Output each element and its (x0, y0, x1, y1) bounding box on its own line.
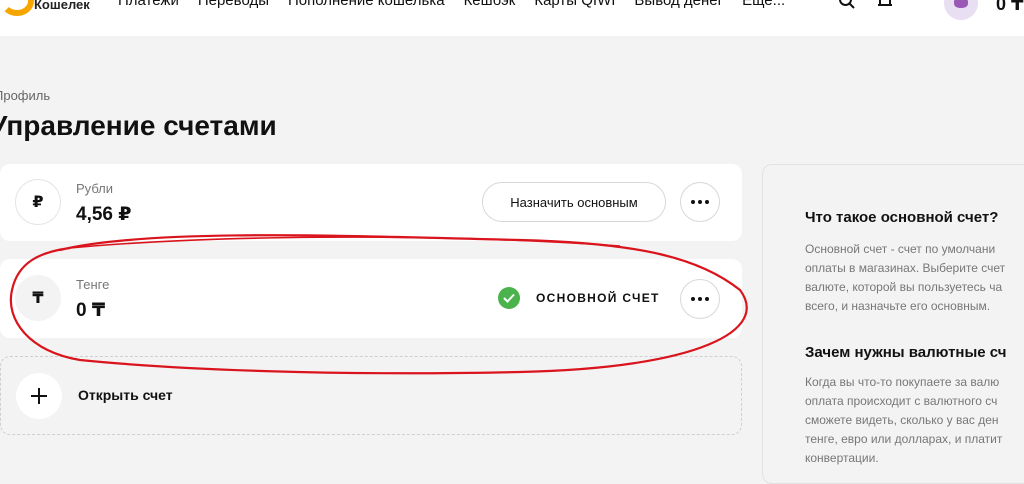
plus-icon (16, 373, 62, 419)
account-card-rub: ₽ Рубли 4,56 ₽ Назначить основным (0, 164, 742, 241)
info-panel: Что такое основной счет? Основной счет -… (762, 164, 1024, 484)
avatar[interactable] (944, 0, 978, 20)
nav-item-more[interactable]: Еще... (742, 0, 785, 9)
open-account-label: Открыть счет (78, 387, 173, 403)
bell-icon[interactable] (876, 0, 894, 10)
nav-item-withdraw[interactable]: Вывод денег (634, 0, 723, 9)
info-text-currency: Когда вы что-то покупаете за валю оплата… (805, 375, 1003, 465)
info-text-primary: Основной счет - счет по умолчани оплаты … (805, 242, 1006, 313)
breadcrumb[interactable]: Профиль (0, 88, 50, 103)
primary-account-badge: ОСНОВНОЙ СЧЕТ (498, 287, 660, 309)
header-balance[interactable]: 0 ₸ (996, 0, 1024, 15)
primary-account-label: ОСНОВНОЙ СЧЕТ (536, 291, 660, 305)
info-heading-currency: Зачем нужны валютные сч (805, 344, 1007, 361)
nav-item-cashback[interactable]: Кешбэк (464, 0, 516, 9)
more-options-button[interactable] (680, 182, 720, 222)
set-primary-button[interactable]: Назначить основным (482, 182, 666, 222)
more-dots-icon (691, 200, 709, 204)
nav-item-cards[interactable]: Карты QIWI (534, 0, 615, 9)
nav-item-topup[interactable]: Пополнение кошелька (288, 0, 445, 9)
ruble-icon: ₽ (15, 179, 61, 225)
nav-item-transfers[interactable]: Переводы (198, 0, 269, 9)
top-header: Кошелек Платежи Переводы Пополнение коше… (0, 0, 1024, 36)
nav-item-payments[interactable]: Платежи (118, 0, 179, 9)
search-icon[interactable] (838, 0, 856, 10)
check-icon (498, 287, 520, 309)
info-heading-primary: Что такое основной счет? (805, 209, 999, 226)
account-label: Рубли (76, 181, 114, 196)
main-nav: Платежи Переводы Пополнение кошелька Кеш… (118, 0, 785, 9)
account-amount: 0 ₸ (76, 300, 106, 321)
qiwi-logo-icon[interactable] (0, 0, 34, 16)
account-amount: 4,56 ₽ (76, 204, 132, 225)
page-title: Управление счетами (0, 110, 277, 141)
more-dots-icon (691, 297, 709, 301)
account-card-kzt: ₸ Тенге 0 ₸ ОСНОВНОЙ СЧЕТ (0, 259, 742, 338)
logo-text[interactable]: Кошелек (34, 0, 90, 12)
more-options-button[interactable] (680, 279, 720, 319)
account-label: Тенге (76, 277, 110, 292)
tenge-icon: ₸ (15, 275, 61, 321)
open-account-button[interactable]: Открыть счет (0, 356, 742, 435)
